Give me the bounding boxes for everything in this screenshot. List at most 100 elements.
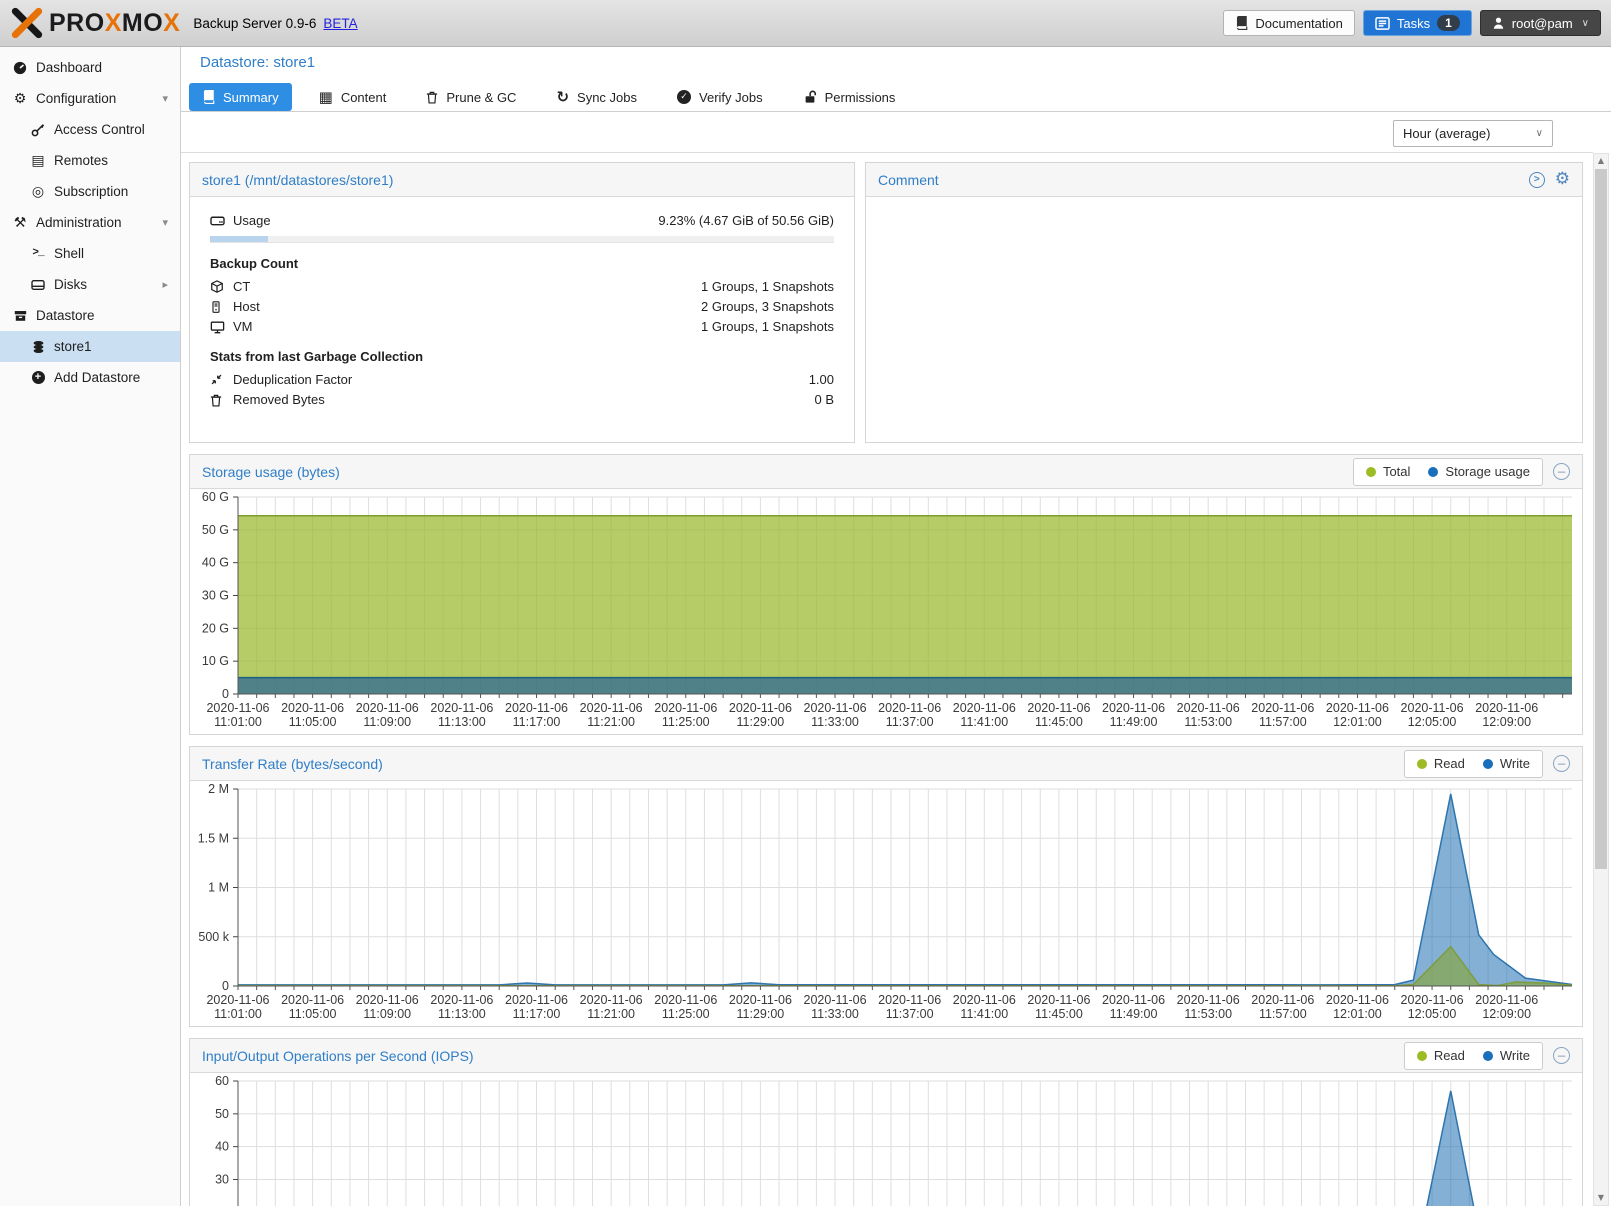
server-icon	[210, 300, 233, 314]
svg-text:2020-11-0611:21:00: 2020-11-0611:21:00	[580, 701, 643, 729]
svg-text:2020-11-0611:13:00: 2020-11-0611:13:00	[430, 701, 493, 729]
legend-item-read[interactable]: Read	[1417, 756, 1465, 771]
timeframe-select[interactable]: Hour (average) ∨	[1393, 120, 1553, 147]
page-title: Datastore: store1	[200, 54, 315, 71]
sidebar-item-store1[interactable]: store1	[0, 331, 180, 362]
gear-icon[interactable]: ⚙	[1555, 171, 1570, 188]
collapse-panel-icon[interactable]: −	[1553, 755, 1570, 772]
database-icon	[28, 340, 48, 354]
svg-text:2020-11-0611:33:00: 2020-11-0611:33:00	[804, 993, 867, 1021]
sidebar-item-shell[interactable]: >_ Shell	[0, 238, 180, 269]
svg-text:2020-11-0611:25:00: 2020-11-0611:25:00	[654, 993, 717, 1021]
grid-icon: ▦	[319, 90, 333, 105]
removed-bytes-row: Removed Bytes 0 B	[210, 390, 834, 409]
dashboard-icon	[10, 61, 30, 75]
task-list-icon	[1375, 17, 1390, 30]
chevron-down-icon[interactable]: ▾	[162, 92, 168, 105]
scroll-up-icon[interactable]: ▲	[1594, 156, 1608, 165]
sidebar: Dashboard ⚙ Configuration ▾ Access Contr…	[0, 47, 181, 1206]
tab-verify-jobs[interactable]: ✓ Verify Jobs	[664, 83, 776, 111]
sidebar-item-remotes[interactable]: ▤ Remotes	[0, 145, 180, 176]
datastore-summary-panel: store1 (/mnt/datastores/store1) Usage 9.…	[189, 162, 855, 443]
sidebar-item-access-control[interactable]: Access Control	[0, 114, 180, 145]
svg-text:2020-11-0612:05:00: 2020-11-0612:05:00	[1401, 701, 1464, 729]
sidebar-item-administration[interactable]: ⚒ Administration ▾	[0, 207, 180, 238]
transfer-rate-chart: 2 M1.5 M1 M500 k02020-11-0611:01:002020-…	[190, 781, 1582, 1026]
user-menu-button[interactable]: root@pam ∨	[1480, 10, 1601, 36]
svg-text:2020-11-0611:17:00: 2020-11-0611:17:00	[505, 701, 568, 729]
plus-circle-icon: +	[28, 371, 48, 384]
panel-title: store1 (/mnt/datastores/store1)	[202, 172, 393, 188]
sidebar-item-disks[interactable]: Disks ▸	[0, 269, 180, 300]
svg-text:2020-11-0611:41:00: 2020-11-0611:41:00	[953, 993, 1016, 1021]
svg-text:2020-11-0611:45:00: 2020-11-0611:45:00	[1027, 993, 1090, 1021]
chevron-circle-right-icon[interactable]: >	[1529, 172, 1545, 188]
usage-label: Usage	[233, 213, 271, 228]
svg-text:2020-11-0611:41:00: 2020-11-0611:41:00	[953, 701, 1016, 729]
life-ring-icon: ◎	[28, 185, 48, 199]
beta-link[interactable]: BETA	[323, 16, 357, 31]
svg-text:40: 40	[215, 1140, 229, 1154]
storage-usage-chart: 60 G50 G40 G30 G20 G10 G02020-11-0611:01…	[190, 489, 1582, 734]
legend-item-read[interactable]: Read	[1417, 1048, 1465, 1063]
monitor-icon	[210, 320, 233, 334]
topbar: PROXMOX Backup Server 0.9-6 BETA Documen…	[0, 0, 1611, 47]
svg-text:2020-11-0611:05:00: 2020-11-0611:05:00	[281, 993, 344, 1021]
sidebar-item-datastore[interactable]: Datastore	[0, 300, 180, 331]
terminal-icon: >_	[28, 248, 48, 259]
svg-text:50: 50	[215, 1107, 229, 1121]
tab-content[interactable]: ▦ Content	[306, 83, 400, 111]
chart-legend: Total Storage usage	[1353, 458, 1543, 486]
comment-body[interactable]	[866, 197, 1582, 442]
svg-text:0: 0	[222, 979, 229, 993]
scrollbar-thumb[interactable]	[1595, 169, 1607, 869]
svg-text:30 G: 30 G	[202, 589, 229, 603]
proxmox-x-icon	[10, 6, 44, 40]
svg-text:2020-11-0611:37:00: 2020-11-0611:37:00	[878, 993, 941, 1021]
vm-row: VM 1 Groups, 1 Snapshots	[210, 317, 834, 336]
iops-panel: Input/Output Operations per Second (IOPS…	[189, 1038, 1583, 1206]
tab-prune-gc[interactable]: Prune & GC	[413, 83, 529, 111]
legend-dot	[1428, 467, 1438, 477]
chevron-right-icon[interactable]: ▸	[162, 278, 168, 291]
chevron-down-icon: ∨	[1536, 128, 1543, 139]
tab-permissions[interactable]: Permissions	[790, 83, 909, 111]
collapse-panel-icon[interactable]: −	[1553, 463, 1570, 480]
sidebar-item-dashboard[interactable]: Dashboard	[0, 52, 180, 83]
usage-progress-fill	[210, 236, 268, 242]
sidebar-item-add-datastore[interactable]: + Add Datastore	[0, 362, 180, 393]
legend-item-write[interactable]: Write	[1483, 1048, 1530, 1063]
documentation-button[interactable]: Documentation	[1223, 10, 1354, 36]
legend-item-total[interactable]: Total	[1366, 464, 1410, 479]
svg-text:2020-11-0612:05:00: 2020-11-0612:05:00	[1401, 993, 1464, 1021]
svg-text:2020-11-0612:09:00: 2020-11-0612:09:00	[1475, 993, 1538, 1021]
panel-title: Transfer Rate (bytes/second)	[202, 756, 383, 772]
gc-stats-heading: Stats from last Garbage Collection	[210, 349, 834, 364]
backup-count-heading: Backup Count	[210, 256, 834, 271]
main-area: Datastore: store1 Summary ▦ Content Prun…	[181, 47, 1611, 1206]
chevron-down-icon[interactable]: ▾	[162, 216, 168, 229]
collapse-panel-icon[interactable]: −	[1553, 1047, 1570, 1064]
svg-text:2020-11-0612:09:00: 2020-11-0612:09:00	[1475, 701, 1538, 729]
svg-text:2020-11-0611:29:00: 2020-11-0611:29:00	[729, 701, 792, 729]
tab-sync-jobs[interactable]: ↻ Sync Jobs	[543, 83, 650, 111]
vertical-scrollbar[interactable]: ▲ ▼	[1593, 153, 1609, 1206]
tasks-count-badge: 1	[1437, 15, 1460, 31]
svg-text:2020-11-0612:01:00: 2020-11-0612:01:00	[1326, 993, 1389, 1021]
sidebar-item-subscription[interactable]: ◎ Subscription	[0, 176, 180, 207]
svg-text:500 k: 500 k	[198, 930, 229, 944]
legend-item-storage-usage[interactable]: Storage usage	[1428, 464, 1530, 479]
chart-legend: Read Write	[1404, 1042, 1543, 1070]
scroll-down-icon[interactable]: ▼	[1594, 1193, 1608, 1202]
sidebar-item-configuration[interactable]: ⚙ Configuration ▾	[0, 83, 180, 114]
tab-summary[interactable]: Summary	[189, 83, 292, 111]
svg-text:2020-11-0611:25:00: 2020-11-0611:25:00	[654, 701, 717, 729]
user-icon	[1492, 16, 1505, 30]
proxmox-logo: PROXMOX	[10, 6, 180, 40]
svg-text:50 G: 50 G	[202, 523, 229, 537]
version-text: Backup Server 0.9-6	[193, 16, 316, 31]
tasks-button[interactable]: Tasks 1	[1363, 10, 1472, 36]
legend-item-write[interactable]: Write	[1483, 756, 1530, 771]
svg-text:2 M: 2 M	[208, 782, 229, 796]
legend-dot	[1483, 759, 1493, 769]
